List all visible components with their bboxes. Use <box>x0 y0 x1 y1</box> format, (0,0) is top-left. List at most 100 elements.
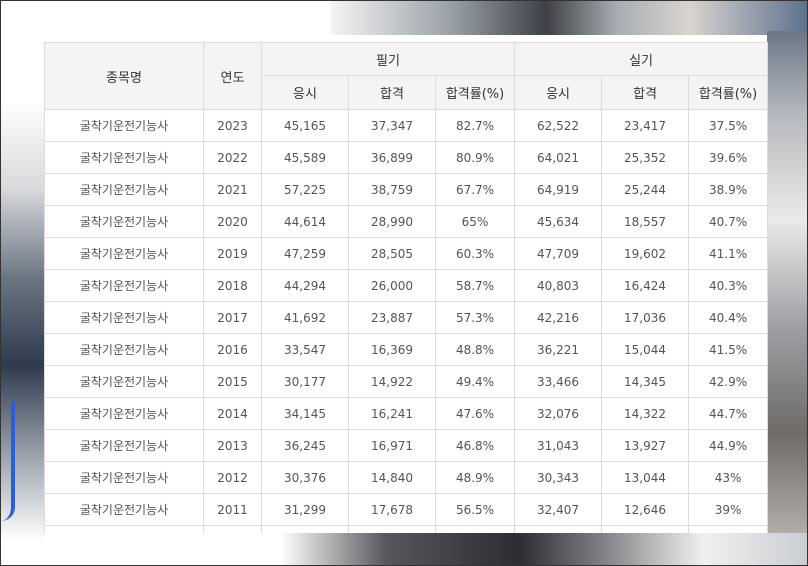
cell-practical-rate: 38.9% <box>688 173 768 206</box>
empty-cell <box>348 525 436 533</box>
background-photo-bottom <box>281 533 807 565</box>
cell-written-passed: 37,347 <box>348 109 436 142</box>
cell-written-rate: 48.9% <box>434 461 516 494</box>
table-row: 굴착기운전기능사 2018 44,294 26,000 58.7% 40,803 16,42… <box>44 269 768 302</box>
screenshot-frame: 종목명 연도 필기 실기 응시 합격 합격률(%) 응시 합격 합격률(%) 굴… <box>0 0 808 566</box>
cell-written-passed: 36,899 <box>348 141 436 174</box>
cell-practical-rate: 44.9% <box>688 429 768 462</box>
cell-practical-passed: 13,044 <box>601 461 690 494</box>
cell-practical-applicants: 32,076 <box>514 397 603 430</box>
cell-year: 2017 <box>203 301 262 334</box>
cell-written-passed: 28,505 <box>348 237 436 270</box>
cell-practical-applicants: 45,634 <box>514 205 603 238</box>
cell-year: 2019 <box>203 237 262 270</box>
cell-written-passed: 14,840 <box>348 461 436 494</box>
header-written-applicants: 응시 <box>261 75 349 110</box>
empty-cell <box>434 525 516 533</box>
cell-practical-applicants: 33,466 <box>514 365 603 398</box>
table-row: 굴착기운전기능사 2012 30,376 14,840 48.9% 30,343 13,04… <box>44 461 768 494</box>
cell-written-rate: 65% <box>434 205 516 238</box>
cell-name: 굴착기운전기능사 <box>44 365 204 398</box>
cell-written-applicants: 33,547 <box>261 333 349 366</box>
cell-practical-passed: 12,646 <box>601 493 690 526</box>
cell-written-passed: 26,000 <box>348 269 436 302</box>
cell-written-rate: 49.4% <box>434 365 516 398</box>
cell-practical-applicants: 32,407 <box>514 493 603 526</box>
header-written-passed: 합격 <box>348 75 436 110</box>
header-written-rate: 합격률(%) <box>434 75 516 110</box>
cell-name: 굴착기운전기능사 <box>44 173 204 206</box>
cell-name: 굴착기운전기능사 <box>44 269 204 302</box>
table-row: 굴착기운전기능사 2020 44,614 28,990 65% 45,634 18,557 4… <box>44 205 768 238</box>
cell-written-applicants: 45,165 <box>261 109 349 142</box>
cell-practical-passed: 14,345 <box>601 365 690 398</box>
cell-written-applicants: 44,294 <box>261 269 349 302</box>
cell-written-rate: 57.3% <box>434 301 516 334</box>
empty-cell <box>44 525 204 533</box>
cell-name: 굴착기운전기능사 <box>44 461 204 494</box>
cell-written-applicants: 36,245 <box>261 429 349 462</box>
header-name: 종목명 <box>44 42 204 110</box>
cell-written-rate: 56.5% <box>434 493 516 526</box>
cell-practical-rate: 41.1% <box>688 237 768 270</box>
cell-practical-rate: 39% <box>688 493 768 526</box>
cell-name: 굴착기운전기능사 <box>44 237 204 270</box>
cell-written-rate: 67.7% <box>434 173 516 206</box>
cell-year: 2021 <box>203 173 262 206</box>
cell-written-passed: 16,241 <box>348 397 436 430</box>
header-practical-passed: 합격 <box>601 75 690 110</box>
cell-practical-rate: 43% <box>688 461 768 494</box>
table-row: 굴착기운전기능사 2011 31,299 17,678 56.5% 32,407 12,64… <box>44 493 768 526</box>
cell-written-passed: 23,887 <box>348 301 436 334</box>
table-row-partial <box>44 525 768 533</box>
cell-written-rate: 60.3% <box>434 237 516 270</box>
header-written: 필기 <box>260 42 516 76</box>
cell-practical-passed: 19,602 <box>601 237 690 270</box>
table-row: 굴착기운전기능사 2015 30,177 14,922 49.4% 33,466 14,34… <box>44 365 768 398</box>
cell-practical-applicants: 47,709 <box>514 237 603 270</box>
cell-practical-passed: 14,322 <box>601 397 690 430</box>
table-row: 굴착기운전기능사 2019 47,259 28,505 60.3% 47,709 19,60… <box>44 237 768 270</box>
cell-name: 굴착기운전기능사 <box>44 493 204 526</box>
cell-name: 굴착기운전기능사 <box>44 301 204 334</box>
background-photo-top <box>331 1 807 35</box>
cell-year: 2018 <box>203 269 262 302</box>
table-row: 굴착기운전기능사 2016 33,547 16,369 48.8% 36,221 15,04… <box>44 333 768 366</box>
table-body: 굴착기운전기능사 2023 45,165 37,347 82.7% 62,522 23,41… <box>44 109 768 533</box>
cell-written-rate: 82.7% <box>434 109 516 142</box>
stats-table-container: 종목명 연도 필기 실기 응시 합격 합격률(%) 응시 합격 합격률(%) 굴… <box>44 42 768 533</box>
header-practical: 실기 <box>514 42 768 76</box>
cell-year: 2015 <box>203 365 262 398</box>
cell-practical-applicants: 64,021 <box>514 141 603 174</box>
table-row: 굴착기운전기능사 2017 41,692 23,887 57.3% 42,216 17,03… <box>44 301 768 334</box>
cell-practical-passed: 25,352 <box>601 141 690 174</box>
cell-written-applicants: 34,145 <box>261 397 349 430</box>
header-year: 연도 <box>203 42 262 110</box>
cell-year: 2020 <box>203 205 262 238</box>
cell-written-applicants: 31,299 <box>261 493 349 526</box>
cell-practical-rate: 39.6% <box>688 141 768 174</box>
cell-practical-passed: 23,417 <box>601 109 690 142</box>
cell-written-applicants: 41,692 <box>261 301 349 334</box>
cell-written-applicants: 44,614 <box>261 205 349 238</box>
cell-written-applicants: 57,225 <box>261 173 349 206</box>
cell-written-applicants: 47,259 <box>261 237 349 270</box>
cell-year: 2023 <box>203 109 262 142</box>
header-practical-rate: 합격률(%) <box>688 75 768 110</box>
cell-written-passed: 38,759 <box>348 173 436 206</box>
cell-practical-rate: 42.9% <box>688 365 768 398</box>
background-blue-stroke <box>1 401 15 521</box>
cell-name: 굴착기운전기능사 <box>44 429 204 462</box>
table-row: 굴착기운전기능사 2013 36,245 16,971 46.8% 31,043 13,92… <box>44 429 768 462</box>
cell-practical-rate: 40.7% <box>688 205 768 238</box>
cell-name: 굴착기운전기능사 <box>44 397 204 430</box>
empty-cell <box>203 525 262 533</box>
cell-name: 굴착기운전기능사 <box>44 205 204 238</box>
cell-practical-applicants: 31,043 <box>514 429 603 462</box>
cell-practical-passed: 15,044 <box>601 333 690 366</box>
cell-practical-applicants: 62,522 <box>514 109 603 142</box>
cell-year: 2011 <box>203 493 262 526</box>
table-row: 굴착기운전기능사 2023 45,165 37,347 82.7% 62,522 23,41… <box>44 109 768 142</box>
cell-written-passed: 16,971 <box>348 429 436 462</box>
cell-written-applicants: 30,376 <box>261 461 349 494</box>
